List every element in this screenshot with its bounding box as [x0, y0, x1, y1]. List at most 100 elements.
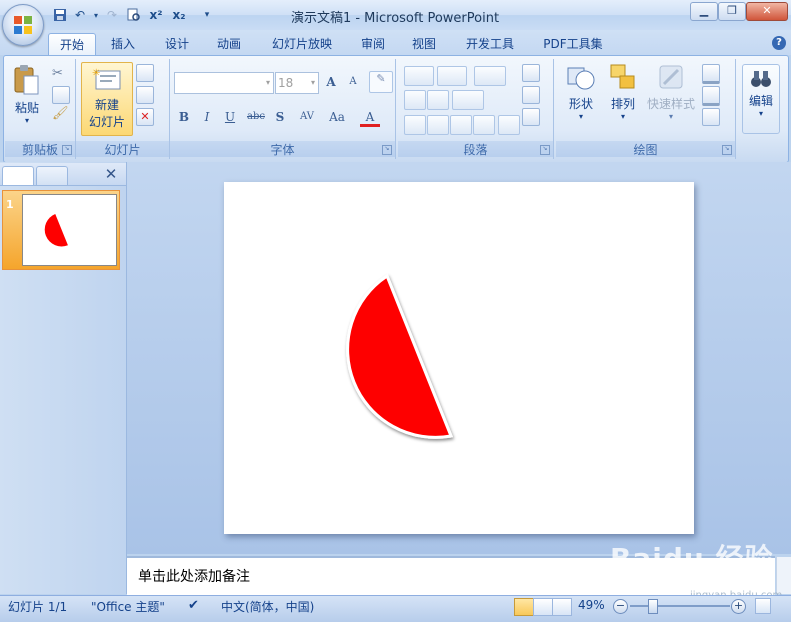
close-button[interactable]: ✕ — [746, 2, 788, 21]
align-right-icon[interactable] — [450, 115, 472, 135]
character-spacing-button[interactable]: AV — [294, 107, 320, 127]
zoom-slider-track[interactable] — [630, 605, 730, 607]
line-spacing-icon[interactable] — [474, 66, 506, 86]
tab-insert[interactable]: 插入 — [100, 33, 146, 55]
binoculars-icon — [751, 71, 771, 87]
shape-outline-icon[interactable] — [702, 86, 720, 106]
change-case-button[interactable]: Aa — [324, 107, 350, 127]
bold-button[interactable]: B — [174, 107, 194, 127]
new-slide-button[interactable]: ✳ 新建 幻灯片 — [81, 62, 133, 136]
tab-review[interactable]: 审阅 — [350, 33, 396, 55]
align-text-icon[interactable] — [522, 86, 540, 104]
delete-slide-icon[interactable]: ✕ — [136, 108, 154, 126]
shape-fill-icon[interactable] — [702, 64, 720, 84]
editing-dropdown-icon[interactable]: ▾ — [743, 109, 779, 118]
arrange-dropdown-icon[interactable]: ▾ — [604, 112, 642, 121]
shape-effects-icon[interactable] — [702, 108, 720, 126]
underline-button[interactable]: U — [220, 107, 240, 127]
shapes-button[interactable]: 形状 ▾ — [562, 62, 600, 132]
minimize-button[interactable]: ▁ — [690, 2, 718, 21]
tab-design[interactable]: 设计 — [154, 33, 200, 55]
office-button[interactable] — [2, 4, 44, 46]
notes-scrollbar[interactable] — [776, 557, 791, 594]
zoom-level[interactable]: 49% — [578, 598, 605, 612]
undo-icon[interactable]: ↶ — [72, 7, 88, 23]
slides-tab-icon[interactable] — [2, 166, 34, 185]
tab-view[interactable]: 视图 — [401, 33, 447, 55]
paragraph-launcher-icon[interactable]: ↘ — [540, 145, 550, 155]
editing-button[interactable]: 编辑 ▾ — [742, 64, 780, 134]
paste-dropdown-icon[interactable]: ▾ — [12, 116, 42, 125]
quick-styles-dropdown-icon[interactable]: ▾ — [646, 112, 696, 121]
office-logo-icon — [14, 16, 32, 34]
font-color-button[interactable]: A — [360, 107, 380, 127]
italic-button[interactable]: I — [197, 107, 217, 127]
reset-slide-icon[interactable] — [136, 86, 154, 104]
superscript-icon[interactable]: x² — [148, 7, 164, 23]
baidu-watermark: Baidu 经验 — [610, 542, 774, 575]
print-preview-icon[interactable] — [126, 7, 142, 23]
shadow-button[interactable]: S — [270, 107, 290, 127]
increase-indent-icon[interactable] — [427, 90, 449, 110]
smartart-icon[interactable] — [522, 108, 540, 126]
zoom-in-icon[interactable]: + — [731, 599, 746, 614]
tab-slideshow[interactable]: 幻灯片放映 — [262, 33, 342, 55]
slide-canvas[interactable] — [224, 182, 694, 534]
numbering-icon[interactable] — [437, 66, 467, 86]
outline-tab-icon[interactable] — [36, 166, 68, 185]
zoom-out-icon[interactable]: − — [613, 599, 628, 614]
font-name-combo[interactable]: ▾ — [174, 72, 274, 94]
spell-check-icon[interactable]: ✔ — [188, 598, 199, 613]
font-name-dropdown-icon[interactable]: ▾ — [266, 73, 270, 93]
tab-pdf-tools[interactable]: PDF工具集 — [535, 33, 611, 55]
close-panel-icon[interactable]: ✕ — [104, 166, 118, 182]
text-direction-icon[interactable] — [522, 64, 540, 82]
shapes-dropdown-icon[interactable]: ▾ — [562, 112, 600, 121]
format-painter-icon[interactable]: 🖌 — [52, 106, 69, 122]
decrease-indent-icon[interactable] — [404, 90, 426, 110]
tab-developer[interactable]: 开发工具 — [458, 33, 522, 55]
copy-icon[interactable] — [52, 86, 70, 104]
theme-status[interactable]: "Office 主题" — [91, 598, 165, 615]
redo-icon[interactable]: ↷ — [104, 7, 120, 23]
new-slide-label-line1: 新建 — [94, 98, 119, 112]
align-center-icon[interactable] — [427, 115, 449, 135]
maximize-button[interactable]: ❐ — [718, 2, 746, 21]
slide-count-status: 幻灯片 1/1 — [8, 600, 68, 614]
subscript-icon[interactable]: x₂ — [171, 7, 187, 23]
slide-sorter-view-icon[interactable] — [533, 598, 553, 616]
clear-formatting-icon[interactable]: ✎ — [369, 71, 393, 93]
font-size-dropdown-icon[interactable]: ▾ — [311, 73, 315, 93]
help-icon[interactable]: ? — [772, 36, 786, 50]
layout-icon[interactable] — [136, 64, 154, 82]
quick-styles-button[interactable]: 快速样式 ▾ — [646, 62, 696, 132]
bullets-icon[interactable] — [404, 66, 434, 86]
normal-view-icon[interactable] — [514, 598, 534, 616]
clipboard-launcher-icon[interactable]: ↘ — [62, 145, 72, 155]
half-circle-shape[interactable] — [346, 273, 454, 439]
cut-icon[interactable]: ✂ — [52, 66, 68, 82]
distributed-icon[interactable] — [498, 115, 520, 135]
arrange-button[interactable]: 排列 ▾ — [604, 62, 642, 132]
align-left-icon[interactable] — [404, 115, 426, 135]
zoom-slider-handle[interactable] — [648, 599, 658, 614]
slideshow-view-icon[interactable] — [552, 598, 572, 616]
undo-dropdown-icon[interactable]: ▾ — [88, 7, 104, 23]
save-icon[interactable] — [52, 7, 68, 23]
slide-thumbnail[interactable] — [22, 194, 117, 266]
customize-quick-access-icon[interactable]: ▾ — [199, 7, 215, 23]
notes-placeholder[interactable]: 单击此处添加备注 — [138, 566, 250, 586]
strikethrough-button[interactable]: abc — [244, 107, 268, 127]
justify-icon[interactable] — [473, 115, 495, 135]
font-launcher-icon[interactable]: ↘ — [382, 145, 392, 155]
shrink-font-button[interactable]: A — [343, 72, 363, 92]
columns-icon[interactable] — [452, 90, 484, 110]
language-status[interactable]: 中文(简体，中国) — [221, 598, 314, 615]
drawing-launcher-icon[interactable]: ↘ — [722, 145, 732, 155]
tab-home[interactable]: 开始 — [48, 33, 96, 56]
tab-animation[interactable]: 动画 — [206, 33, 252, 55]
paste-button[interactable]: 粘贴 ▾ — [12, 64, 42, 128]
font-size-combo[interactable]: 18 ▾ — [275, 72, 319, 94]
grow-font-button[interactable]: A — [321, 72, 341, 92]
fit-to-window-icon[interactable] — [755, 598, 771, 614]
